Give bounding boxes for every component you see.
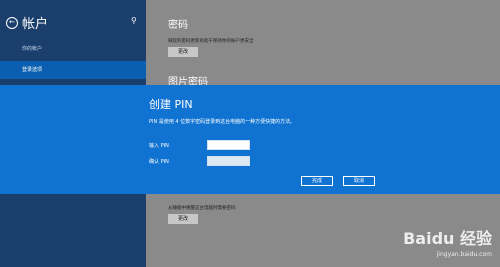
cancel-button[interactable]: 取消 (343, 176, 375, 186)
pin-label: 输入 PIN (149, 143, 169, 149)
watermark-logo: Baidu 经验 (403, 229, 492, 248)
finish-button[interactable]: 完成 (301, 176, 333, 186)
create-pin-dialog: 创建 PIN PIN 是使用 4 位数字密码登录到这台电脑的一种方便快捷的方法。… (0, 85, 500, 194)
dialog-desc: PIN 是使用 4 位数字密码登录到这台电脑的一种方便快捷的方法。 (149, 119, 296, 125)
confirm-pin-input[interactable] (207, 156, 250, 166)
pin-input[interactable] (207, 140, 250, 150)
sidebar-title: 帐户 (22, 17, 49, 32)
watermark-url: jingyan.baidu.com (436, 251, 492, 258)
sidebar-header: ← 帐户 (6, 13, 48, 32)
sidebar-item-sign-in-options[interactable]: 登录选项 (0, 61, 146, 79)
password-desc: 微软的密码更新有助于保持你的帐户更安全 (168, 39, 254, 44)
password-title: 密码 (168, 20, 188, 31)
change-password-button[interactable]: 更改 (168, 47, 198, 57)
require-password-desc: 从睡眠中唤醒这台电脑时需要密码 (168, 206, 236, 211)
sidebar-item-label: 登录选项 (22, 67, 43, 73)
search-icon[interactable]: ⚲ (131, 16, 137, 25)
sidebar-item-your-account[interactable]: 你的帐户 (0, 40, 146, 58)
change-require-button[interactable]: 更改 (168, 214, 198, 224)
dialog-title: 创建 PIN (149, 98, 193, 111)
sidebar-item-label: 你的帐户 (22, 46, 43, 52)
back-arrow-icon[interactable]: ← (6, 16, 18, 29)
confirm-pin-label: 确认 PIN (149, 159, 169, 165)
